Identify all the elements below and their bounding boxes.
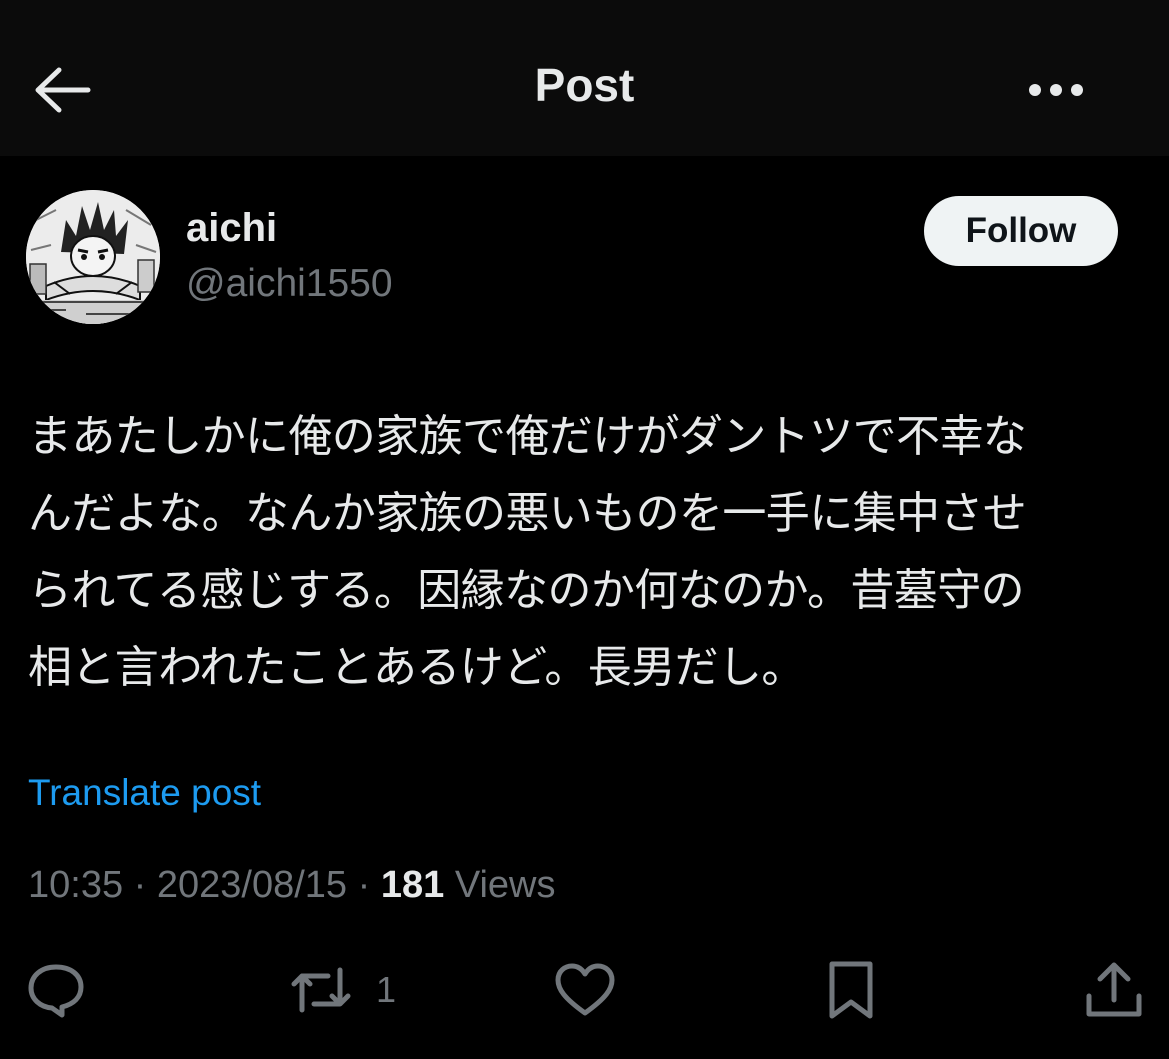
more-horizontal-icon (1029, 84, 1083, 96)
post-date[interactable]: 2023/08/15 (157, 864, 347, 906)
views-label: Views (454, 864, 556, 906)
post-text-line: 相と言われたことあるけど。長男だし。 (28, 642, 805, 693)
repost-icon (291, 967, 351, 1013)
reply-button[interactable] (26, 958, 86, 1022)
more-options-button[interactable] (1020, 66, 1092, 114)
views-count: 181 (380, 864, 445, 906)
page-title: Post (534, 59, 635, 111)
like-button[interactable] (554, 958, 616, 1022)
author-display-name[interactable]: aichi (186, 206, 277, 251)
meta-separator: · (133, 864, 147, 906)
share-button[interactable] (1084, 958, 1144, 1022)
back-button[interactable] (30, 62, 94, 118)
post-time[interactable]: 10:35 (28, 864, 123, 906)
meta-separator: · (357, 864, 371, 906)
repost-button[interactable]: 1 (288, 958, 396, 1022)
post-text: まあたしかに俺の家族で俺だけがダントツで不幸な んだよな。なんか家族の悪いものを一… (28, 398, 1138, 706)
post-text-line: まあたしかに俺の家族で俺だけがダントツで不幸な (28, 411, 1027, 462)
avatar[interactable] (26, 190, 160, 324)
bookmark-icon (829, 961, 873, 1019)
post-text-line: られてる感じする。因縁なのか何なのか。昔墓守の (28, 565, 1025, 616)
manga-avatar-image (26, 190, 160, 324)
author-handle[interactable]: @aichi1550 (186, 262, 393, 306)
post-text-line: んだよな。なんか家族の悪いものを一手に集中させ (28, 488, 1027, 539)
repost-count: 1 (376, 969, 397, 1010)
top-bar: Post (0, 0, 1169, 156)
follow-button[interactable]: Follow (924, 196, 1118, 266)
share-icon (1086, 962, 1142, 1017)
reply-icon (28, 964, 84, 1018)
heart-icon (555, 963, 615, 1016)
arrow-left-icon (35, 67, 91, 113)
translate-post-link[interactable]: Translate post (28, 772, 261, 814)
post-meta: 10:35 · 2023/08/15 · 181 Views (28, 864, 556, 907)
bookmark-button[interactable] (824, 958, 878, 1022)
